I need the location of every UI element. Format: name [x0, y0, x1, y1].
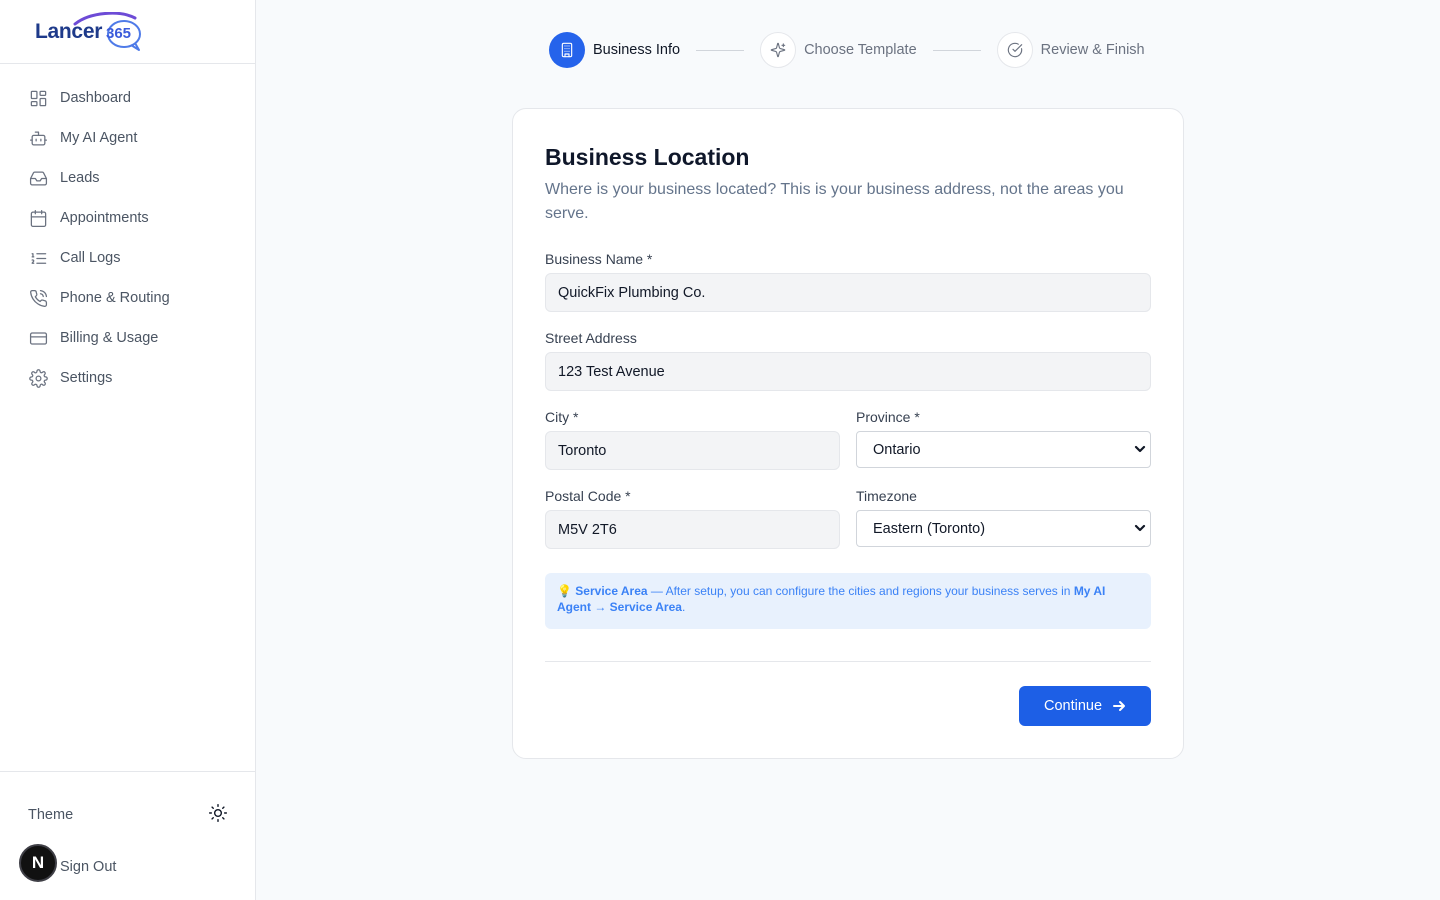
business-name-input[interactable]	[545, 273, 1151, 312]
sidebar-item-appointments[interactable]: Appointments	[0, 198, 255, 238]
arrow-right-icon	[1113, 701, 1126, 711]
timezone-label: Timezone	[856, 488, 917, 504]
step-label: Business Info	[593, 42, 681, 58]
chevron-down-icon	[1134, 522, 1146, 536]
step-connector	[696, 49, 745, 51]
sidebar-item-phone-routing[interactable]: Phone & Routing	[0, 278, 255, 318]
lightbulb-icon: 💡	[557, 584, 572, 598]
street-address-input[interactable]	[545, 352, 1151, 391]
logo-area: Lancer 365	[0, 0, 255, 64]
sun-icon[interactable]	[208, 803, 228, 828]
divider	[545, 661, 1151, 662]
page-title: Business Location	[545, 144, 750, 170]
sidebar-item-label: Leads	[60, 170, 100, 186]
step-choose-template[interactable]: Choose Template	[760, 32, 917, 68]
timezone-value: Eastern (Toronto)	[873, 520, 986, 537]
step-label: Choose Template	[804, 42, 917, 58]
province-value: Ontario	[873, 441, 921, 458]
calendar-icon	[28, 208, 48, 228]
info-bold-lead: Service Area	[575, 584, 648, 598]
sidebar-item-dashboard[interactable]: Dashboard	[0, 78, 255, 118]
credit-card-icon	[28, 328, 48, 348]
step-connector	[932, 49, 981, 51]
sidebar-item-label: My AI Agent	[60, 130, 138, 146]
continue-button[interactable]: Continue	[1019, 686, 1151, 726]
avatar[interactable]: N	[19, 844, 57, 882]
list-ordered-icon	[28, 248, 48, 268]
brand-number: 365	[106, 25, 132, 42]
sidebar-nav: Dashboard My AI Agent Leads Appointments…	[0, 78, 255, 398]
province-label: Province *	[856, 409, 920, 425]
info-end: .	[681, 600, 686, 614]
brand-name: Lancer	[35, 20, 103, 43]
sidebar-item-billing-usage[interactable]: Billing & Usage	[0, 318, 255, 358]
sidebar-item-label: Phone & Routing	[60, 290, 170, 306]
postal-code-label: Postal Code *	[545, 488, 631, 504]
postal-code-input[interactable]	[545, 510, 840, 549]
timezone-select[interactable]: Eastern (Toronto)	[856, 510, 1151, 547]
service-area-info: 💡 Service Area — After setup, you can co…	[545, 573, 1151, 629]
business-location-card: Business Location Where is your business…	[512, 108, 1184, 759]
theme-toggle-row: Theme	[28, 803, 228, 828]
sidebar-item-label: Dashboard	[60, 90, 131, 106]
sidebar-item-leads[interactable]: Leads	[0, 158, 255, 198]
check-circle-icon	[996, 32, 1033, 68]
sidebar-item-label: Settings	[60, 370, 113, 386]
sidebar-footer: Theme Sign Out N	[0, 771, 255, 900]
theme-label: Theme	[28, 807, 74, 823]
bot-icon	[28, 128, 48, 148]
sidebar: Lancer 365 Dashboard My AI Agent Leads A…	[0, 0, 256, 900]
step-label: Review & Finish	[1040, 42, 1145, 58]
sparkles-icon	[760, 32, 797, 68]
sidebar-item-call-logs[interactable]: Call Logs	[0, 238, 255, 278]
info-text: — After setup, you can configure the cit…	[647, 584, 1074, 598]
step-review-finish[interactable]: Review & Finish	[996, 32, 1145, 68]
street-address-label: Street Address	[545, 330, 637, 346]
sidebar-item-my-ai-agent[interactable]: My AI Agent	[0, 118, 255, 158]
sidebar-item-label: Call Logs	[60, 250, 121, 266]
page-subtitle: Where is your business located? This is …	[545, 181, 1124, 222]
province-select[interactable]: Ontario	[856, 431, 1151, 468]
onboarding-stepper: Business Info Choose Template Review & F…	[549, 32, 1145, 68]
phone-icon	[28, 288, 48, 308]
building-icon	[549, 32, 585, 68]
city-input[interactable]	[545, 431, 840, 470]
sidebar-item-settings[interactable]: Settings	[0, 358, 255, 398]
brand-logo[interactable]: Lancer 365	[35, 12, 145, 54]
business-name-label: Business Name *	[545, 251, 653, 267]
sidebar-item-label: Billing & Usage	[60, 330, 159, 346]
chevron-down-icon	[1134, 443, 1146, 457]
continue-label: Continue	[1043, 698, 1103, 714]
step-business-info[interactable]: Business Info	[549, 32, 680, 68]
city-label: City *	[545, 409, 579, 425]
dashboard-icon	[28, 88, 48, 108]
sidebar-item-label: Appointments	[60, 210, 149, 226]
gear-icon	[28, 368, 48, 388]
sign-out-label: Sign Out	[60, 859, 117, 875]
inbox-icon	[28, 168, 48, 188]
